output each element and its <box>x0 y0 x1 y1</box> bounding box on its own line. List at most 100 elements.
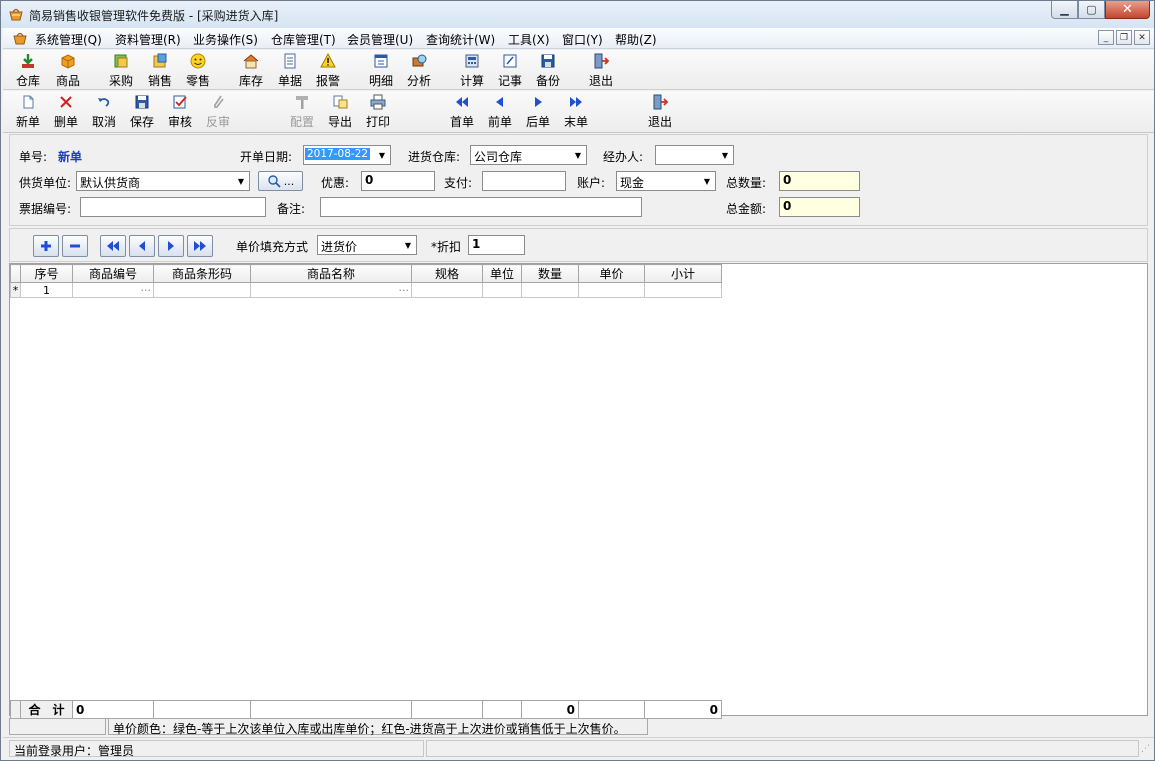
row-discount-input[interactable]: 1 <box>468 235 525 255</box>
save-button[interactable]: 保存 <box>125 93 159 130</box>
supplier-search-button[interactable]: ... <box>258 171 303 191</box>
export-button[interactable]: 导出 <box>323 93 357 130</box>
mdi-close-button[interactable]: ✕ <box>1134 30 1150 45</box>
document-button[interactable]: 单据 <box>273 52 307 89</box>
prev-row-button[interactable] <box>129 235 155 257</box>
retail-button[interactable]: 零售 <box>181 52 215 89</box>
basket-icon[interactable] <box>12 30 28 46</box>
table-row[interactable]: * 1 ··· ··· <box>10 282 722 298</box>
resize-grip-icon[interactable]: ⋰ <box>1141 744 1150 754</box>
supplier-select[interactable]: 默认供货商 ▼ <box>76 171 250 191</box>
title-bar[interactable]: 简易销售收银管理软件免费版 - [采购进货入库] ▁ ▢ ✕ <box>1 1 1154 28</box>
cell-price[interactable] <box>578 282 645 298</box>
menu-data[interactable]: 资料管理(R) <box>115 31 181 48</box>
exit-doc-button[interactable]: 退出 <box>643 93 677 130</box>
col-header-code[interactable]: 商品编号 <box>72 264 154 283</box>
col-header-name[interactable]: 商品名称 <box>250 264 412 283</box>
exit-button[interactable]: 退出 <box>584 52 618 89</box>
invoice-input[interactable] <box>80 197 266 217</box>
menu-tools[interactable]: 工具(X) <box>508 31 550 48</box>
account-select[interactable]: 现金 ▼ <box>616 171 716 191</box>
first-order-button[interactable]: 首单 <box>445 93 479 130</box>
cancel-button[interactable]: 取消 <box>87 93 121 130</box>
prev-icon <box>496 97 503 107</box>
last-row-button[interactable] <box>187 235 213 257</box>
product-button[interactable]: 商品 <box>51 52 85 89</box>
chevron-down-icon[interactable]: ▼ <box>699 172 715 190</box>
order-no-value: 新单 <box>58 150 83 164</box>
chevron-down-icon[interactable]: ▼ <box>374 146 390 164</box>
delete-order-label: 删单 <box>53 115 78 129</box>
mdi-restore-button[interactable]: ❐ <box>1116 30 1132 45</box>
sales-button[interactable]: 销售 <box>143 52 177 89</box>
col-header-barcode[interactable]: 商品条形码 <box>153 264 251 283</box>
exit-icon <box>653 94 669 110</box>
remove-row-button[interactable] <box>62 235 88 257</box>
analysis-button[interactable]: 分析 <box>402 52 436 89</box>
warehouse-button[interactable]: 仓库 <box>11 52 45 89</box>
purchase-button[interactable]: 采购 <box>104 52 138 89</box>
unapprove-button[interactable]: 反审 <box>201 93 235 130</box>
ellipsis-icon[interactable]: ··· <box>399 284 410 297</box>
col-header-price[interactable]: 单价 <box>578 264 645 283</box>
col-header-unit[interactable]: 单位 <box>482 264 522 283</box>
inventory-button[interactable]: 库存 <box>234 52 268 89</box>
totals-label: 合 计 <box>20 700 73 719</box>
last-order-button[interactable]: 末单 <box>559 93 593 130</box>
cell-name[interactable]: ··· <box>250 282 412 298</box>
approve-button[interactable]: 审核 <box>163 93 197 130</box>
date-picker[interactable]: 2017-08-22 ▼ <box>303 145 391 165</box>
price-fill-select[interactable]: 进货价 ▼ <box>317 235 417 255</box>
menu-system[interactable]: 系统管理(Q) <box>35 31 102 48</box>
col-header-spec[interactable]: 规格 <box>411 264 483 283</box>
menu-business[interactable]: 业务操作(S) <box>193 31 258 48</box>
totals-empty-3 <box>411 700 483 719</box>
menu-member[interactable]: 会员管理(U) <box>347 31 413 48</box>
next-row-button[interactable] <box>158 235 184 257</box>
cell-subtotal[interactable] <box>644 282 722 298</box>
remark-input[interactable] <box>320 197 642 217</box>
mdi-minimize-button[interactable]: _ <box>1098 30 1114 45</box>
discount-input[interactable]: 0 <box>361 171 435 191</box>
cell-barcode[interactable] <box>153 282 251 298</box>
col-header-qty[interactable]: 数量 <box>521 264 579 283</box>
items-grid[interactable]: 序号 商品编号 商品条形码 商品名称 规格 单位 数量 单价 小计 * 1 ··… <box>9 263 1148 719</box>
handler-select[interactable]: ▼ <box>655 145 734 165</box>
menu-warehouse[interactable]: 仓库管理(T) <box>271 31 336 48</box>
chevron-down-icon[interactable]: ▼ <box>570 146 586 164</box>
minimize-button[interactable]: ▁ <box>1051 1 1078 19</box>
backup-button[interactable]: 备份 <box>531 52 565 89</box>
menu-help[interactable]: 帮助(Z) <box>615 31 657 48</box>
delete-order-button[interactable]: 删单 <box>49 93 83 130</box>
cell-qty[interactable] <box>521 282 579 298</box>
cell-seq: 1 <box>20 282 73 298</box>
first-order-label: 首单 <box>449 115 474 129</box>
detail-button[interactable]: 明细 <box>364 52 398 89</box>
notepad-button[interactable]: 记事 <box>493 52 527 89</box>
cell-spec[interactable] <box>411 282 483 298</box>
new-order-button[interactable]: 新单 <box>11 93 45 130</box>
config-button[interactable]: 配置 <box>285 93 319 130</box>
payment-input[interactable] <box>482 171 566 191</box>
col-header-subtotal[interactable]: 小计 <box>644 264 722 283</box>
col-header-seq[interactable]: 序号 <box>20 264 73 283</box>
calculator-button[interactable]: 计算 <box>455 52 489 89</box>
warehouse-select[interactable]: 公司仓库 ▼ <box>470 145 587 165</box>
ellipsis-icon[interactable]: ··· <box>141 284 152 297</box>
maximize-button[interactable]: ▢ <box>1078 1 1105 19</box>
cell-unit[interactable] <box>482 282 522 298</box>
first-row-button[interactable] <box>100 235 126 257</box>
menu-query[interactable]: 查询统计(W) <box>426 31 495 48</box>
prev-order-button[interactable]: 前单 <box>483 93 517 130</box>
chevron-down-icon[interactable]: ▼ <box>400 236 416 254</box>
menu-window[interactable]: 窗口(Y) <box>562 31 603 48</box>
print-button[interactable]: 打印 <box>361 93 395 130</box>
chevron-down-icon[interactable]: ▼ <box>717 146 733 164</box>
alarm-button[interactable]: 报警 <box>311 52 345 89</box>
add-row-button[interactable] <box>33 235 59 257</box>
totals-empty-1 <box>153 700 251 719</box>
chevron-down-icon[interactable]: ▼ <box>233 172 249 190</box>
close-button[interactable]: ✕ <box>1105 1 1150 19</box>
next-order-button[interactable]: 后单 <box>521 93 555 130</box>
cell-code[interactable]: ··· <box>72 282 154 298</box>
